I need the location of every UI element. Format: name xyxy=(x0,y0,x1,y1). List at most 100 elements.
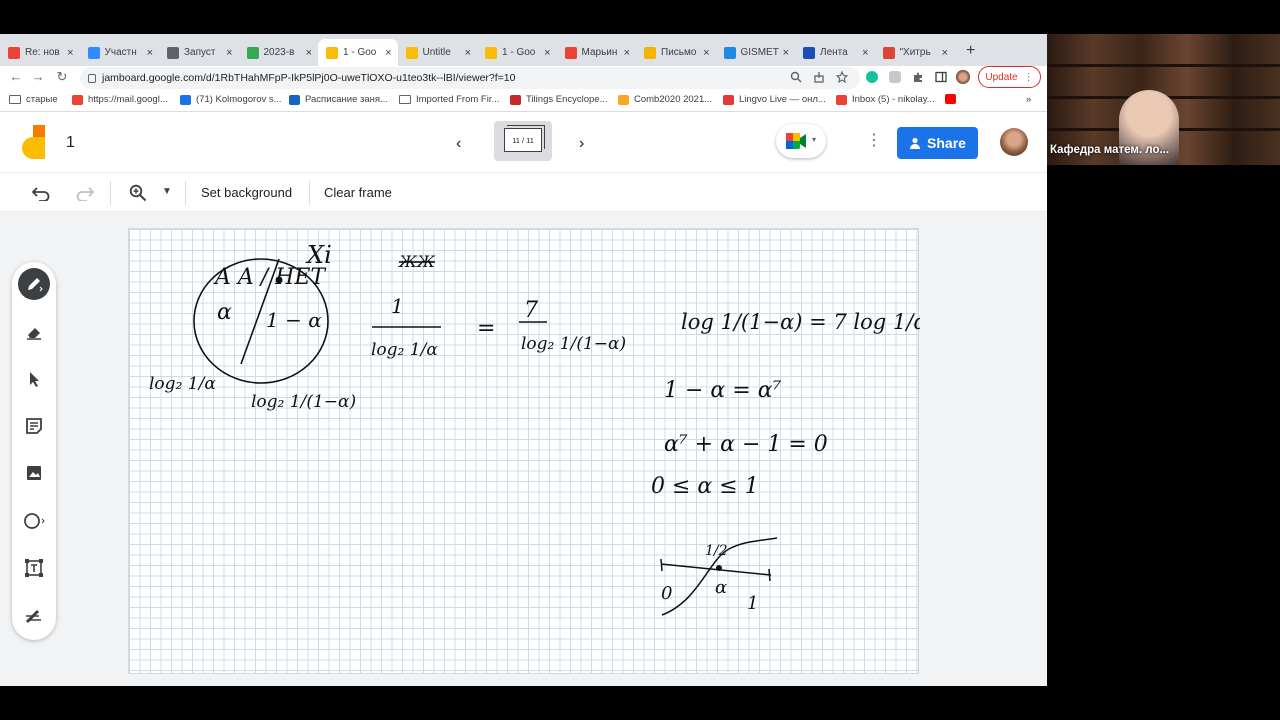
bookmark-item[interactable]: Lingvo Live — онл... xyxy=(723,94,826,105)
image-icon xyxy=(27,466,41,480)
profile-avatar[interactable] xyxy=(956,70,970,84)
bookmark-star-icon[interactable] xyxy=(836,71,848,83)
rss-icon xyxy=(803,46,815,59)
bookmark-item[interactable] xyxy=(945,94,961,104)
schedule-icon xyxy=(289,94,300,105)
bookmark-item[interactable]: Comb2020 2021... xyxy=(618,94,712,105)
close-tab-icon[interactable]: × xyxy=(67,47,73,59)
browser-tab[interactable]: Untitle × xyxy=(398,39,478,66)
meet-button[interactable]: ▾ xyxy=(776,124,826,158)
browser-tab[interactable]: "Хитрь × xyxy=(875,39,955,66)
bookmark-item[interactable]: старые xyxy=(9,94,58,105)
more-bookmarks-icon[interactable]: » xyxy=(1026,94,1031,105)
sticky-note-tool[interactable] xyxy=(18,410,50,442)
close-tab-icon[interactable]: × xyxy=(624,47,630,59)
close-tab-icon[interactable]: × xyxy=(385,47,391,59)
browser-toolbar: ← → ↻ jamboard.google.com/d/1RbTHahMFpP-… xyxy=(0,66,1047,90)
more-options-icon[interactable]: ⋮ xyxy=(866,130,882,150)
next-frame-icon[interactable]: › xyxy=(579,135,584,153)
share-page-icon[interactable] xyxy=(813,71,825,83)
gmail-icon xyxy=(72,94,83,105)
undo-icon[interactable] xyxy=(32,185,50,201)
update-button[interactable]: Update ⋮ xyxy=(978,66,1041,88)
frame-counter: 11 / 11 xyxy=(504,128,542,152)
shape-tool[interactable] xyxy=(18,505,50,537)
close-tab-icon[interactable]: × xyxy=(703,47,709,59)
close-tab-icon[interactable]: × xyxy=(544,47,550,59)
laser-tool[interactable] xyxy=(18,600,50,632)
lingvo-icon xyxy=(723,94,734,105)
log-alpha-label: log₂ 1/α xyxy=(149,374,216,394)
bookmark-item[interactable]: https://mail.googl... xyxy=(72,94,168,105)
account-avatar[interactable] xyxy=(1000,128,1028,156)
back-icon[interactable]: ← xyxy=(7,69,25,84)
browser-tab[interactable]: Участн × xyxy=(80,39,160,66)
bookmark-item[interactable]: (71) Kolmogorov s... xyxy=(180,94,282,105)
previous-frame-icon[interactable]: ‹ xyxy=(456,135,461,153)
close-tab-icon[interactable]: × xyxy=(226,47,232,59)
forward-icon[interactable]: → xyxy=(29,69,47,84)
puzzle-icon[interactable] xyxy=(912,71,924,83)
screen: Re: нов × Участн × Запуст × 2023-в × 1 - Goo × Unt… xyxy=(0,0,1280,720)
extension-icon[interactable] xyxy=(889,71,901,83)
share-label: Share xyxy=(927,135,966,151)
share-button[interactable]: Share xyxy=(897,127,978,159)
browser-tab[interactable]: 2023-в × xyxy=(239,39,319,66)
close-tab-icon[interactable]: × xyxy=(147,47,153,59)
alpha-label: α xyxy=(217,300,232,325)
lock-icon xyxy=(88,73,96,83)
select-icon xyxy=(30,372,39,387)
browser-tab[interactable]: Запуст × xyxy=(159,39,239,66)
reload-icon[interactable]: ↻ xyxy=(53,69,71,85)
new-tab-icon[interactable]: + xyxy=(966,42,975,60)
gmail-icon xyxy=(836,94,847,105)
redo-icon[interactable] xyxy=(76,185,94,201)
bookmark-item[interactable]: Inbox (5) - nikolay... xyxy=(836,94,935,105)
browser-tab[interactable]: Re: нов × xyxy=(0,39,80,66)
bookmark-item[interactable]: Расписание заня... xyxy=(289,94,388,105)
toolbar-divider xyxy=(309,181,310,205)
close-tab-icon[interactable]: × xyxy=(783,47,789,59)
kebab-menu-icon: ⋮ xyxy=(1023,71,1034,83)
drive-icon xyxy=(246,46,259,59)
select-tool[interactable] xyxy=(18,363,50,395)
video-participant-tile[interactable]: Кафедра матем. ло... xyxy=(1047,34,1280,165)
browser-tab[interactable]: GISMET × xyxy=(716,39,796,66)
pen-tool[interactable] xyxy=(18,268,50,300)
close-tab-icon[interactable]: × xyxy=(942,47,948,59)
sticky-note-icon xyxy=(26,418,42,434)
image-tool[interactable] xyxy=(18,457,50,489)
url-text: jamboard.google.com/d/1RbTHahMFpP-IkP5lP… xyxy=(102,72,516,84)
bookmark-item[interactable]: Tilings Encyclope... xyxy=(510,94,608,105)
zoom-in-icon[interactable] xyxy=(129,184,147,202)
close-tab-icon[interactable]: × xyxy=(465,47,471,59)
address-bar[interactable]: jamboard.google.com/d/1RbTHahMFpP-IkP5lP… xyxy=(80,67,860,89)
fraction-left-numerator: 1 xyxy=(391,294,404,318)
sidepanel-icon[interactable] xyxy=(935,71,947,83)
browser-tab[interactable]: 1 - Goo × xyxy=(318,39,398,66)
graph-axis xyxy=(660,563,772,576)
textbox-tool[interactable] xyxy=(18,552,50,584)
browser-tab[interactable]: Письмо × xyxy=(636,39,716,66)
close-tab-icon[interactable]: × xyxy=(306,47,312,59)
jamboard-logo-icon[interactable] xyxy=(21,125,45,159)
graph-one-label: 1 xyxy=(747,593,758,614)
browser-tab[interactable]: 1 - Goo × xyxy=(477,39,557,66)
close-tab-icon[interactable]: × xyxy=(862,47,868,59)
zoom-icon[interactable] xyxy=(790,71,802,83)
grammarly-icon[interactable] xyxy=(866,71,878,83)
frame-bar-toggle[interactable]: 11 / 11 xyxy=(494,121,552,161)
document-title[interactable]: 1 xyxy=(66,134,75,152)
bookmark-item[interactable]: Imported From Fir... xyxy=(399,94,499,105)
tab-title: Участн xyxy=(104,47,137,58)
zoom-dropdown-icon[interactable]: ▼ xyxy=(162,186,172,197)
set-background-button[interactable]: Set background xyxy=(201,185,292,200)
browser-tab[interactable]: Лента × xyxy=(795,39,875,66)
whiteboard[interactable]: A A / НЕТ Xi ЖЖ α 1 − α log₂ 1/α log₂ 1/… xyxy=(128,228,920,674)
tab-title: "Хитрь xyxy=(899,47,931,58)
bookmark-label: https://mail.googl... xyxy=(88,94,168,105)
browser-tab[interactable]: Марьин × xyxy=(557,39,637,66)
tab-title: 1 - Goo xyxy=(502,47,536,58)
eraser-tool[interactable] xyxy=(18,316,50,348)
clear-frame-button[interactable]: Clear frame xyxy=(324,185,392,200)
